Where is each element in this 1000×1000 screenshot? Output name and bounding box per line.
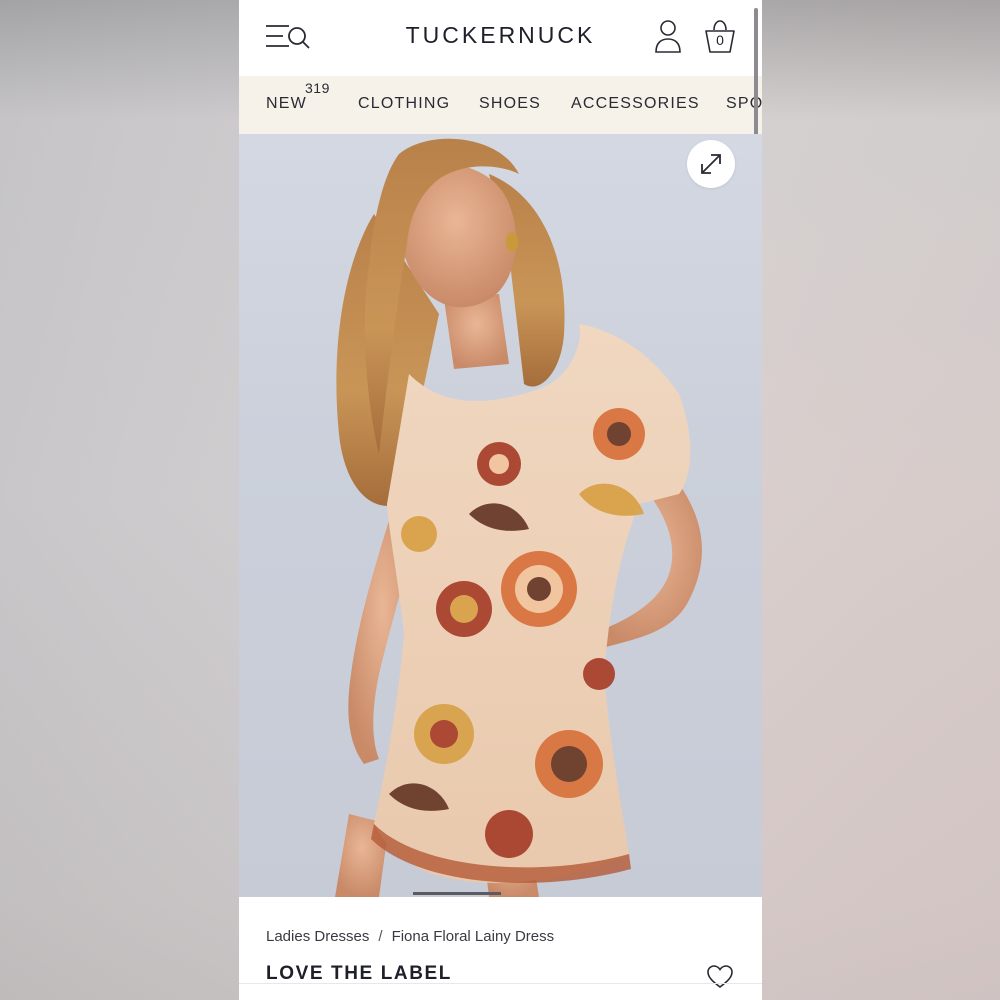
breadcrumb: Ladies Dresses / Fiona Floral Lainy Dress [266,928,554,945]
site-header: TUCKERNUCK 0 [239,0,762,76]
nav-item-label: NEW [266,95,307,112]
breadcrumb-link-category[interactable]: Ladies Dresses [266,928,369,945]
expand-image-button[interactable] [687,140,735,188]
nav-item-shoes[interactable]: SHOES [479,95,541,113]
site-logo[interactable]: TUCKERNUCK [239,22,762,49]
bag-count-badge: 0 [716,32,724,48]
wishlist-button[interactable] [706,964,734,990]
background-right [762,0,1000,1000]
breadcrumb-link-product[interactable]: Fiona Floral Lainy Dress [392,928,555,945]
nav-new-count-badge: 319 [305,80,330,96]
expand-icon [701,154,721,174]
breadcrumb-separator: / [378,928,383,945]
product-image[interactable] [239,134,762,897]
account-button[interactable] [653,19,683,55]
account-icon [655,20,681,53]
phone-screen: TUCKERNUCK 0 NEW 319 CLOTHING SHOES ACCE… [239,0,762,1000]
nav-item-accessories[interactable]: ACCESSORIES [571,95,700,113]
bag-button[interactable]: 0 [703,19,737,55]
carousel-indicator [413,892,501,895]
heart-icon [707,965,733,989]
divider [239,983,762,984]
product-info: Ladies Dresses / Fiona Floral Lainy Dress … [239,897,762,1000]
model-photo [335,138,702,897]
category-nav: NEW 319 CLOTHING SHOES ACCESSORIES SPO [239,76,762,134]
nav-item-clothing[interactable]: CLOTHING [358,95,450,113]
product-brand[interactable]: LOVE THE LABEL [266,963,452,985]
nav-item-new[interactable]: NEW [266,95,307,113]
background-left [0,0,239,1000]
